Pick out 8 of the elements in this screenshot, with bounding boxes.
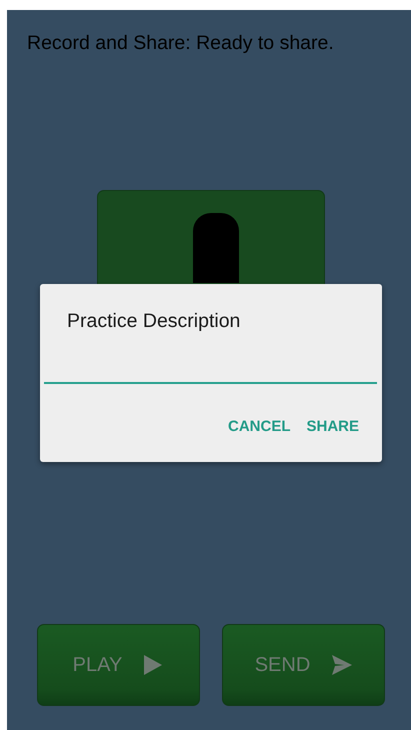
dialog-action-button[interactable]: SHARE <box>301 414 364 439</box>
play-icon <box>144 655 164 675</box>
send-button[interactable]: SEND <box>222 624 385 706</box>
send-icon <box>332 655 352 675</box>
status-text: Record and Share: Ready to share. <box>27 32 335 55</box>
dialog-title: Practice Description <box>67 310 240 333</box>
play-button[interactable]: PLAY <box>37 624 200 706</box>
dialog-action-button[interactable]: CANCEL <box>222 414 296 439</box>
